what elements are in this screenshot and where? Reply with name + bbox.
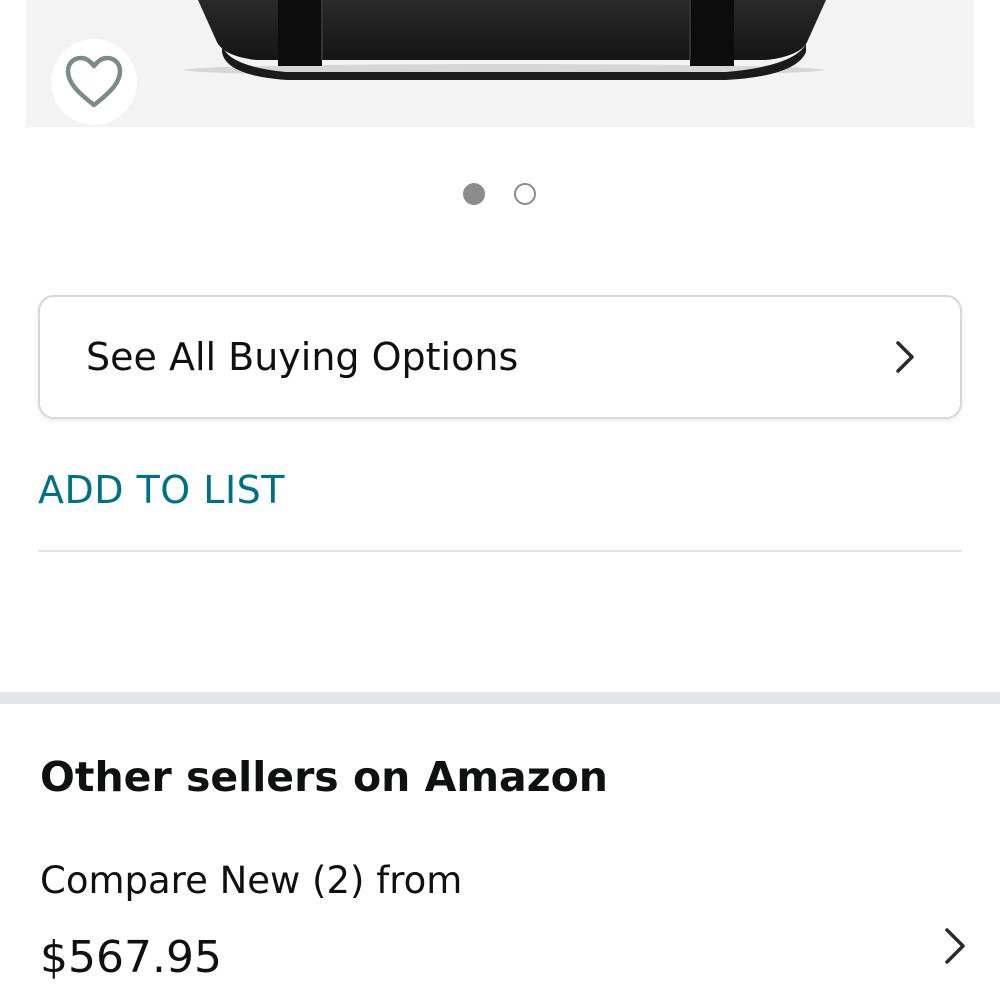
carousel-indicator — [0, 182, 1000, 208]
compare-new-text: Compare New (2) from — [40, 859, 463, 902]
product-image[interactable] — [26, 0, 974, 127]
product-page: See All Buying Options ADD TO LIST Other… — [0, 0, 1000, 1000]
chevron-right-icon — [896, 341, 914, 373]
carousel-dot-active[interactable] — [463, 183, 485, 205]
lowest-price: $567.95 — [40, 932, 222, 983]
see-all-buying-options-button[interactable]: See All Buying Options — [38, 295, 962, 419]
divider — [38, 550, 962, 552]
section-separator — [0, 692, 1000, 704]
chevron-right-icon[interactable] — [940, 924, 970, 968]
bag-image-graphic — [184, 0, 826, 80]
wishlist-button[interactable] — [51, 39, 137, 125]
carousel-dot-inactive[interactable] — [514, 183, 536, 205]
heart-outline-icon — [65, 55, 123, 108]
buying-options-label: See All Buying Options — [86, 335, 519, 379]
add-to-list-link[interactable]: ADD TO LIST — [38, 466, 285, 514]
other-sellers-heading: Other sellers on Amazon — [40, 753, 608, 801]
